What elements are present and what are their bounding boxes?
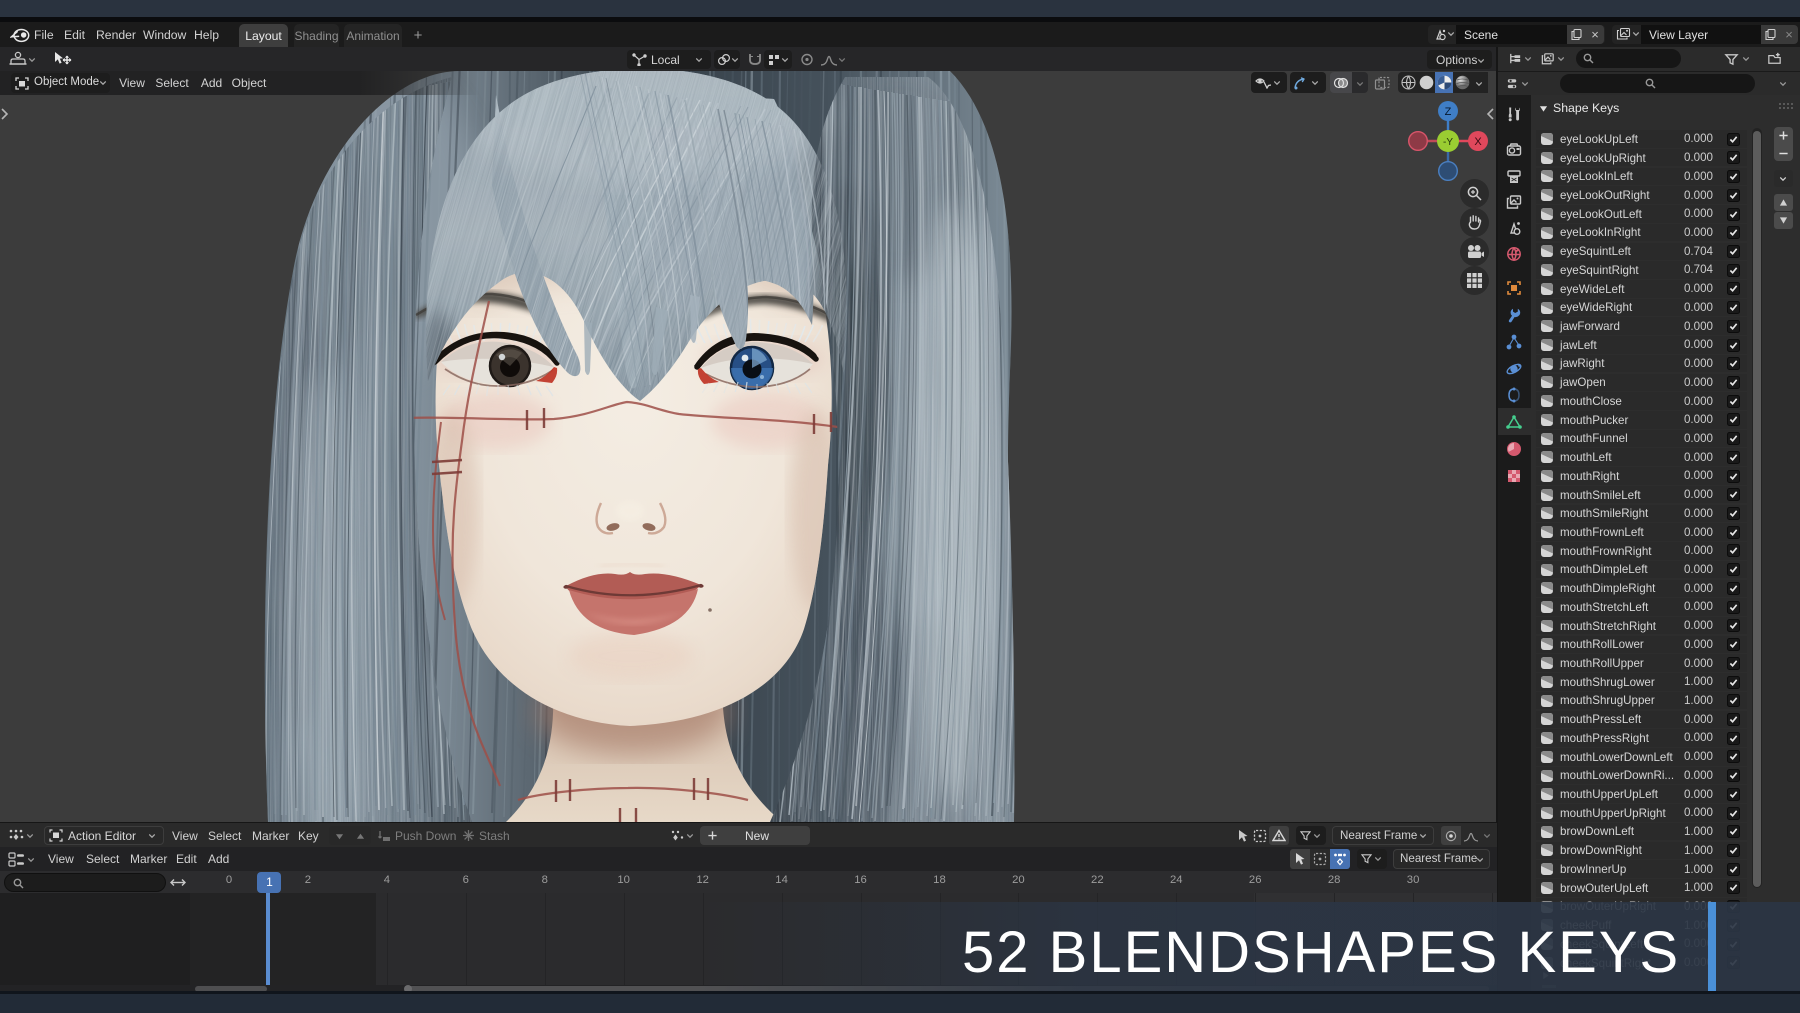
svg-text:-Y: -Y bbox=[1443, 137, 1453, 148]
svg-text:X: X bbox=[1474, 136, 1482, 148]
svg-text:Z: Z bbox=[1445, 106, 1452, 118]
